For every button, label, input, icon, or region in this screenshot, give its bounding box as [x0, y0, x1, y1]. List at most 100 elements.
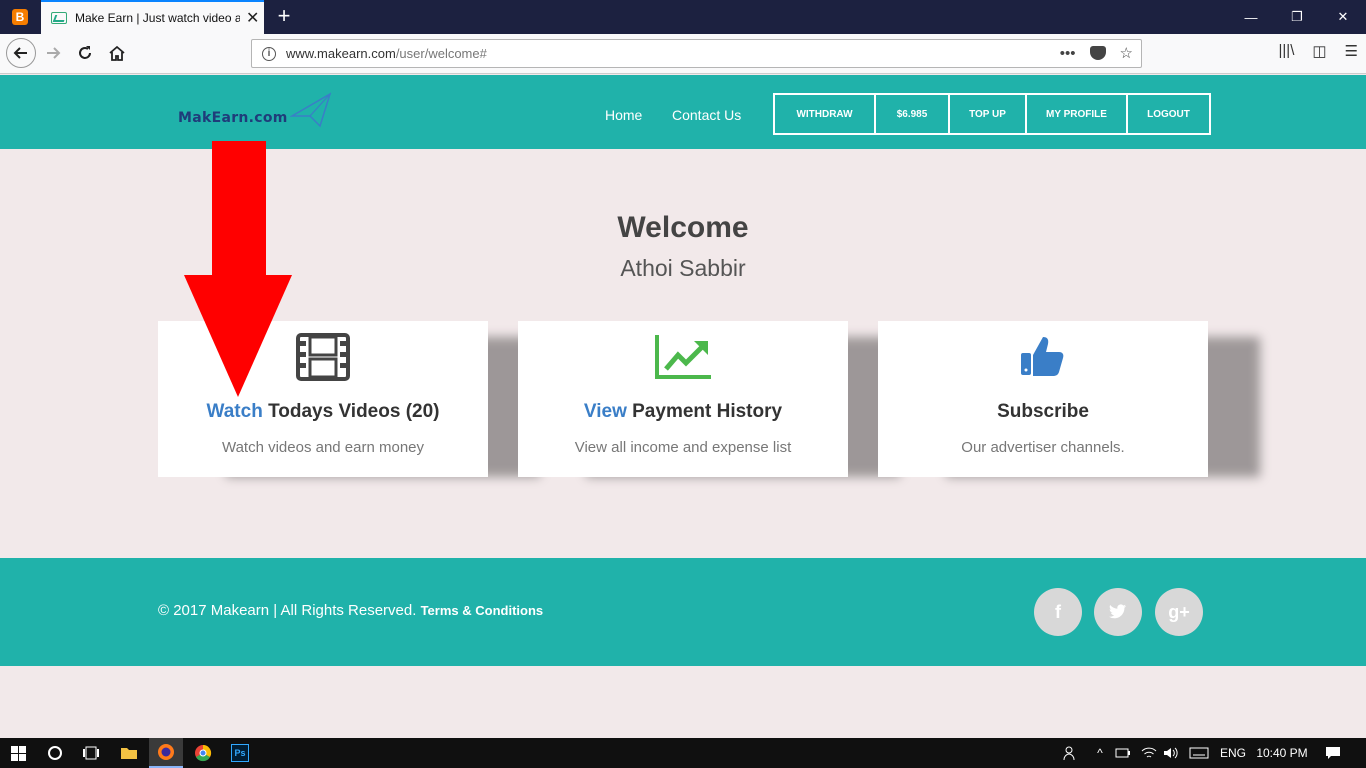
volume-icon[interactable]: [1160, 738, 1182, 768]
card-title-accent[interactable]: View: [584, 401, 627, 422]
language-indicator[interactable]: ENG: [1216, 738, 1250, 768]
account-nav: WITHDRAW $6.985 TOP UP MY PROFILE LOGOUT: [773, 93, 1211, 135]
task-view-icon: [83, 746, 99, 760]
trending-up-icon: [655, 335, 711, 379]
url-domain: www.makearn.com: [286, 46, 396, 61]
photoshop-taskbar-button[interactable]: Ps: [223, 738, 257, 768]
page-bottom-area: [0, 666, 1366, 738]
windows-taskbar: Ps ^ ENG 10:40 PM: [0, 738, 1366, 768]
home-button[interactable]: [102, 38, 132, 68]
card-subtitle: View all income and expense list: [574, 439, 792, 456]
nav-home-link[interactable]: Home: [605, 107, 642, 123]
arrow-left-icon: [13, 47, 27, 59]
wifi-icon[interactable]: [1138, 738, 1160, 768]
tab-title: Make Earn | Just watch video an: [75, 11, 240, 25]
browser-nav-bar: i www.makearn.com/user/welcome# ••• ☆ ||…: [0, 34, 1366, 74]
payment-history-card[interactable]: View Payment History View all income and…: [518, 321, 848, 477]
minimize-button[interactable]: —: [1228, 0, 1274, 34]
start-button[interactable]: [0, 738, 36, 768]
twitter-bird-icon: [1109, 604, 1126, 619]
site-logo[interactable]: MakEarn.com: [178, 110, 288, 126]
google-plus-icon[interactable]: g+: [1155, 588, 1203, 636]
url-bar[interactable]: i www.makearn.com/user/welcome# ••• ☆: [251, 39, 1142, 68]
card-title-text: Payment History: [626, 401, 783, 422]
reload-button[interactable]: [70, 38, 100, 68]
speaker-icon: [1164, 747, 1178, 759]
subscribe-card[interactable]: Subscribe Our advertiser channels.: [878, 321, 1208, 477]
makearn-favicon-icon: [51, 12, 67, 24]
battery-glyph-icon: [1115, 748, 1130, 758]
url-text: www.makearn.com/user/welcome#: [286, 46, 487, 61]
logout-button[interactable]: LOGOUT: [1128, 95, 1209, 133]
pocket-icon[interactable]: [1089, 46, 1106, 60]
firefox-icon: [158, 744, 174, 760]
firefox-taskbar-button[interactable]: [149, 738, 183, 768]
arrow-right-icon: [47, 47, 61, 59]
more-actions-icon[interactable]: •••: [1060, 45, 1076, 62]
paper-plane-icon: [290, 92, 332, 128]
site-header: MakEarn.com Home Contact Us WITHDRAW $6.…: [0, 75, 1366, 149]
blogger-tab[interactable]: B: [0, 0, 40, 34]
card-title-text: Todays Videos (20): [262, 401, 440, 422]
battery-icon[interactable]: [1112, 738, 1134, 768]
film-icon: [296, 333, 350, 381]
forward-button[interactable]: [38, 38, 68, 68]
show-hidden-icons-button[interactable]: ^: [1090, 738, 1110, 768]
card-icon-wrapper: [878, 333, 1208, 383]
close-tab-icon[interactable]: ✕: [246, 8, 259, 28]
cortana-icon: [48, 746, 62, 760]
copyright-text: © 2017 Makearn | All Rights Reserved.: [158, 602, 417, 619]
copyright: © 2017 Makearn | All Rights Reserved. Te…: [158, 602, 543, 619]
card-title-accent[interactable]: Watch: [207, 401, 263, 422]
active-tab[interactable]: Make Earn | Just watch video an ✕: [41, 0, 264, 34]
twitter-icon[interactable]: [1094, 588, 1142, 636]
facebook-icon[interactable]: f: [1034, 588, 1082, 636]
url-actions: ••• ☆: [1060, 44, 1133, 63]
card-icon-wrapper: [518, 333, 848, 383]
wifi-glyph-icon: [1141, 747, 1157, 758]
people-glyph-icon: [1063, 746, 1075, 761]
search-button[interactable]: [38, 738, 72, 768]
sidebar-icon[interactable]: ◫: [1312, 42, 1326, 60]
notification-icon: [1326, 747, 1340, 759]
thumbs-up-icon: [1021, 337, 1064, 376]
browser-tab-bar: B Make Earn | Just watch video an ✕ + — …: [0, 0, 1366, 34]
blogger-icon: B: [12, 9, 28, 25]
withdraw-button[interactable]: WITHDRAW: [775, 95, 876, 133]
windows-icon: [10, 745, 26, 761]
top-up-button[interactable]: TOP UP: [950, 95, 1027, 133]
menu-icon[interactable]: ☰: [1345, 42, 1358, 60]
people-icon[interactable]: [1060, 738, 1082, 768]
keyboard-glyph-icon: [1189, 747, 1209, 759]
card-subtitle: Watch videos and earn money: [221, 439, 425, 456]
browser-toolbar-right: |||\ ◫ ☰: [1279, 42, 1359, 60]
task-view-button[interactable]: [74, 738, 108, 768]
my-profile-button[interactable]: MY PROFILE: [1027, 95, 1128, 133]
info-icon[interactable]: i: [262, 46, 276, 61]
card-title[interactable]: Watch Todays Videos (20): [158, 401, 488, 423]
new-tab-button[interactable]: +: [272, 4, 296, 28]
back-button[interactable]: [6, 38, 36, 68]
library-icon[interactable]: |||\: [1279, 42, 1295, 60]
site-footer: © 2017 Makearn | All Rights Reserved. Te…: [0, 558, 1366, 666]
clock[interactable]: 10:40 PM: [1252, 738, 1312, 768]
card-title-text: Subscribe: [997, 401, 1089, 422]
balance-button[interactable]: $6.985: [876, 95, 950, 133]
chrome-icon: [195, 744, 212, 762]
red-arrow-annotation: [184, 141, 292, 397]
reload-icon: [79, 46, 91, 59]
terms-link[interactable]: Terms & Conditions: [421, 603, 544, 618]
keyboard-icon[interactable]: [1186, 738, 1212, 768]
card-title[interactable]: Subscribe: [878, 401, 1208, 423]
url-path: /user/welcome#: [395, 46, 487, 61]
photoshop-icon: Ps: [231, 744, 249, 762]
close-window-button[interactable]: ✕: [1320, 0, 1366, 34]
action-center-icon[interactable]: [1318, 738, 1348, 768]
bookmark-star-icon[interactable]: ☆: [1120, 44, 1133, 62]
card-title[interactable]: View Payment History: [518, 401, 848, 423]
file-explorer-button[interactable]: [112, 738, 146, 768]
chrome-taskbar-button[interactable]: [186, 738, 220, 768]
restore-button[interactable]: ❐: [1274, 0, 1320, 34]
nav-contact-link[interactable]: Contact Us: [672, 107, 741, 123]
home-icon: [109, 45, 125, 61]
